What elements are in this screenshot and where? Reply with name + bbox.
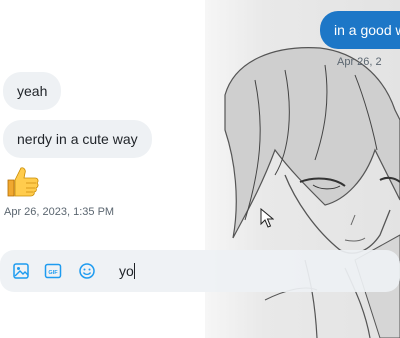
outgoing-message-bubble[interactable]: in a good w xyxy=(320,11,400,49)
incoming-message-bubble[interactable]: nerdy in a cute way xyxy=(3,120,152,158)
image-icon[interactable] xyxy=(12,262,30,280)
outgoing-message-text: in a good w xyxy=(334,22,400,38)
outgoing-message-timestamp: Apr 26, 2 xyxy=(337,56,382,68)
message-input[interactable]: yo xyxy=(119,263,135,279)
incoming-message-bubble[interactable]: yeah xyxy=(3,72,62,110)
incoming-message-text: nerdy in a cute way xyxy=(17,131,138,147)
emoji-icon[interactable] xyxy=(78,262,96,280)
gif-icon[interactable]: GIF xyxy=(44,262,62,280)
thumbs-up-emoji-icon[interactable] xyxy=(4,164,40,200)
gif-label: GIF xyxy=(48,270,58,276)
incoming-message-timestamp: Apr 26, 2023, 1:35 PM xyxy=(4,206,115,218)
message-composer: GIF yo xyxy=(0,250,400,292)
incoming-message-text: yeah xyxy=(17,83,48,99)
message-input-value: yo xyxy=(119,263,134,279)
text-caret xyxy=(133,263,135,279)
mouse-pointer-icon xyxy=(260,207,275,233)
